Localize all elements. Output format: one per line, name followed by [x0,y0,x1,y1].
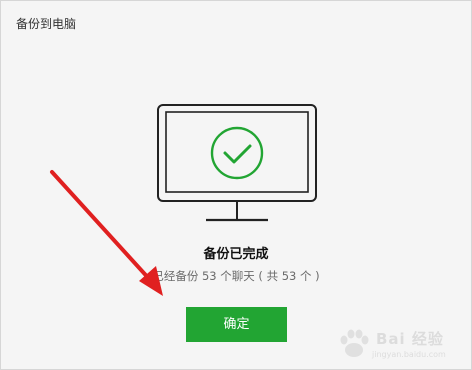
status-detail: 已经备份 53 个聊天 ( 共 53 个 ) [152,269,320,283]
watermark-url: jingyan.baidu.com [372,350,446,359]
confirm-button[interactable]: 确定 [186,307,287,342]
paw-icon [340,329,369,357]
backup-dialog: 备份到电脑 备份已完成 已经备份 53 个聊天 ( 共 53 个 ) 确定 [0,0,472,370]
dialog-title: 备份到电脑 [16,17,77,31]
watermark: Bai 经验 jingyan.baidu.com [332,324,462,364]
status-title: 备份已完成 [203,247,269,262]
watermark-text: Bai 经验 [376,330,444,348]
monitor-icon [157,104,317,222]
